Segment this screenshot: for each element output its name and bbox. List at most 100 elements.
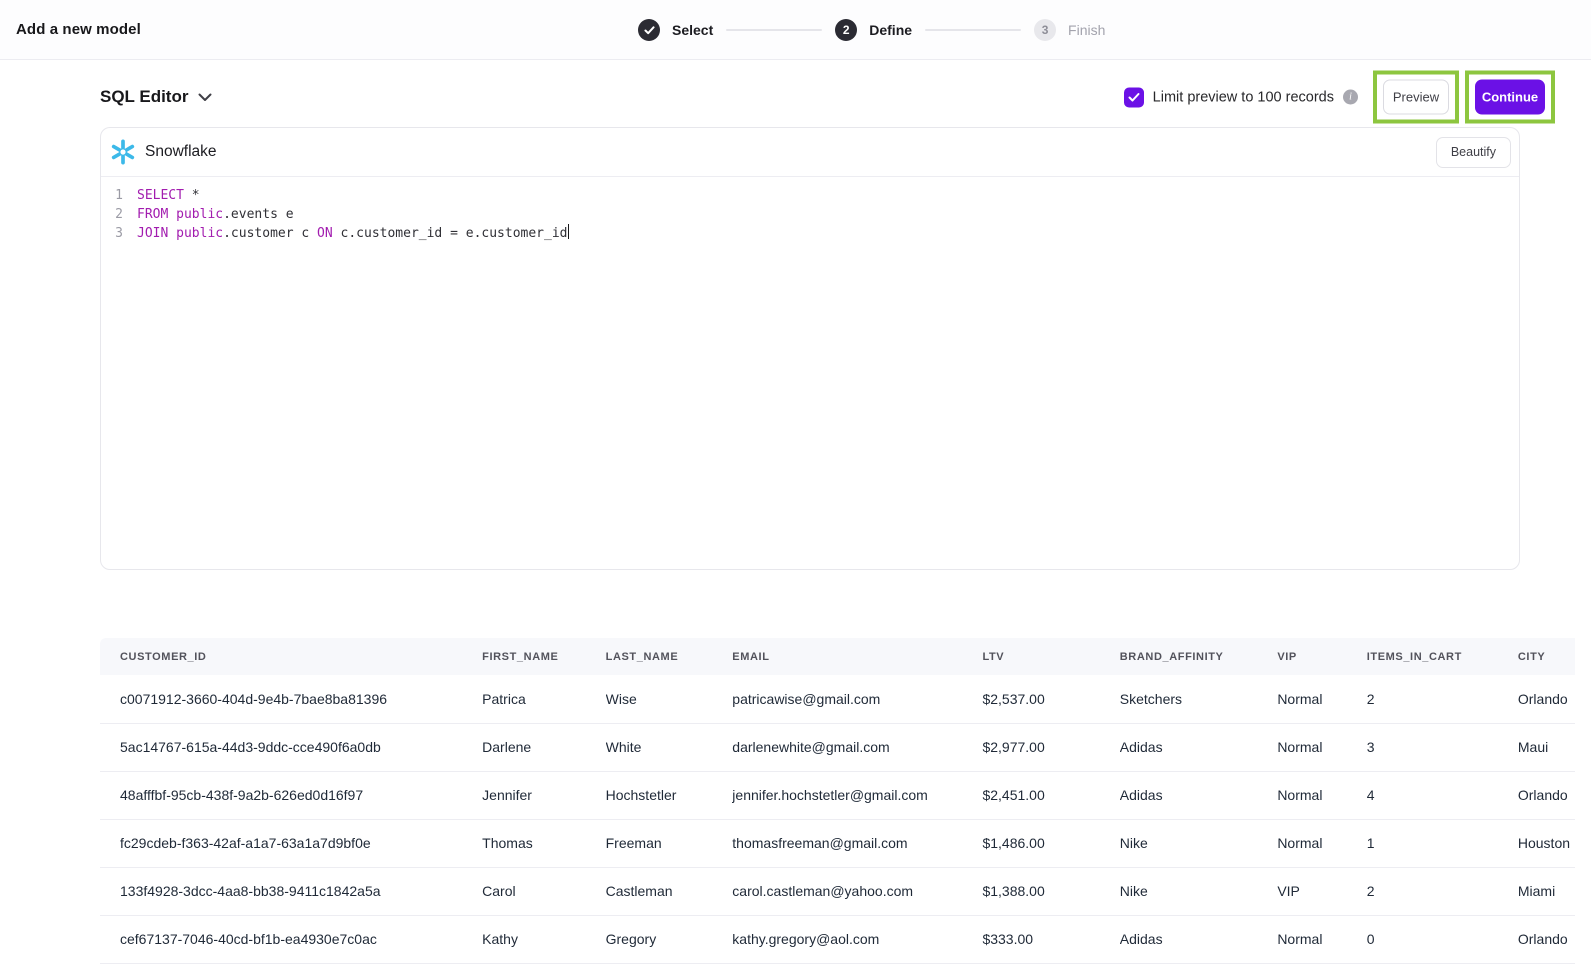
table-cell: Orlando [1518,915,1575,963]
table-cell: c0071912-3660-404d-9e4b-7bae8ba81396 [100,675,482,723]
stepper: Select 2 Define 3Finish [638,0,1105,60]
table-cell: Maui [1518,723,1575,771]
column-header: ITEMS_IN_CART [1367,638,1518,675]
table-cell: Hochstetler [606,771,733,819]
table-cell: 48afffbf-95cb-438f-9a2b-626ed0d16f97 [100,771,482,819]
table-cell: Adidas [1120,723,1278,771]
table-row: cef67137-7046-40cd-bf1b-ea4930e7c0acKath… [100,915,1575,963]
editor-header: Snowflake Beautify [101,128,1519,177]
table-cell: Houston [1518,819,1575,867]
table-cell: patricawise@gmail.com [732,675,982,723]
column-header: LAST_NAME [606,638,733,675]
preview-button[interactable]: Preview [1383,80,1449,115]
step-select[interactable]: Select [638,19,713,41]
table-cell: Nike [1120,867,1278,915]
table-cell: Sketchers [1120,675,1278,723]
table-row: c0071912-3660-404d-9e4b-7bae8ba81396Patr… [100,675,1575,723]
step-label: Select [672,22,713,38]
beautify-button[interactable]: Beautify [1436,137,1511,168]
table-cell: Normal [1277,675,1366,723]
code-line: 1 SELECT * [101,186,1519,205]
sql-editor-panel: Snowflake Beautify 1 SELECT *2FROM public… [100,127,1520,570]
table-cell: 4 [1367,771,1518,819]
table-cell: darlenewhite@gmail.com [732,723,982,771]
table-cell: fc29cdeb-f363-42af-a1a7-63a1a7d9bf0e [100,819,482,867]
table-cell: $1,388.00 [982,867,1119,915]
line-number: 3 [101,224,123,243]
table-cell: jennifer.hochstetler@gmail.com [732,771,982,819]
text-cursor [568,224,570,239]
step-connector [925,29,1021,31]
code-line: 2FROM public.events e [101,205,1519,224]
table-row: 48afffbf-95cb-438f-9a2b-626ed0d16f97Jenn… [100,771,1575,819]
limit-preview-group: Limit preview to 100 records i [1124,87,1358,107]
table-cell: Castleman [606,867,733,915]
chevron-down-icon [198,93,212,102]
table-cell: 3 [1367,723,1518,771]
line-number: 1 [101,186,123,205]
table-cell: Normal [1277,819,1366,867]
table-row: 5ac14767-615a-44d3-9ddc-cce490f6a0dbDarl… [100,723,1575,771]
sql-code-editor[interactable]: 1 SELECT *2FROM public.events e3 JOIN publ… [101,177,1519,569]
step-define[interactable]: 2 Define [835,19,912,41]
table-cell: cef67137-7046-40cd-bf1b-ea4930e7c0ac [100,915,482,963]
table-cell: Adidas [1120,771,1278,819]
info-icon[interactable]: i [1343,90,1358,105]
annotation-highlight-continue: Continue [1465,71,1555,124]
limit-preview-label: Limit preview to 100 records [1153,89,1334,105]
column-header: CITY [1518,638,1575,675]
table-cell: Orlando [1518,675,1575,723]
column-header: LTV [982,638,1119,675]
step-label: Define [869,22,912,38]
table-cell: Nike [1120,819,1278,867]
table-cell: Darlene [482,723,605,771]
table-cell: Kathy [482,915,605,963]
column-header: BRAND_AFFINITY [1120,638,1278,675]
table-cell: Patrica [482,675,605,723]
editor-mode-label: SQL Editor [100,87,188,107]
source-name: Snowflake [145,143,217,161]
table-cell: 2 [1367,867,1518,915]
table-cell: Normal [1277,771,1366,819]
table-cell: carol.castleman@yahoo.com [732,867,982,915]
editor-mode-dropdown[interactable]: SQL Editor [100,87,212,107]
table-cell: Miami [1518,867,1575,915]
code-text: SELECT * [137,186,200,205]
page-title: Add a new model [16,21,141,38]
annotation-highlight-preview: Preview [1373,71,1459,124]
column-header: VIP [1277,638,1366,675]
checkmark-icon [1128,92,1140,102]
table-cell: 2 [1367,675,1518,723]
column-header: CUSTOMER_ID [100,638,482,675]
table-cell: 0 [1367,915,1518,963]
step-number: 3 [1034,19,1056,41]
table-cell: White [606,723,733,771]
step-number: 2 [835,19,857,41]
column-header: EMAIL [732,638,982,675]
table-cell: 133f4928-3dcc-4aa8-bb38-9411c1842a5a [100,867,482,915]
table-cell: Wise [606,675,733,723]
step-finish[interactable]: 3Finish [1034,19,1105,41]
top-bar: Add a new model Select 2 Define 3Finish [0,0,1591,60]
table-row: fc29cdeb-f363-42af-a1a7-63a1a7d9bf0eThom… [100,819,1575,867]
table-row: 133f4928-3dcc-4aa8-bb38-9411c1842a5aCaro… [100,867,1575,915]
table-cell: VIP [1277,867,1366,915]
table-cell: Thomas [482,819,605,867]
toolbar-row: SQL Editor Limit preview to 100 records … [100,78,1591,116]
line-number: 2 [101,205,123,224]
table-cell: $2,537.00 [982,675,1119,723]
table-cell: Gregory [606,915,733,963]
table-cell: Jennifer [482,771,605,819]
continue-button[interactable]: Continue [1475,80,1545,115]
table-cell: Freeman [606,819,733,867]
table-cell: $2,977.00 [982,723,1119,771]
column-header: FIRST_NAME [482,638,605,675]
table-cell: $333.00 [982,915,1119,963]
table-cell: Adidas [1120,915,1278,963]
table-cell: thomasfreeman@gmail.com [732,819,982,867]
table-cell: kathy.gregory@aol.com [732,915,982,963]
limit-preview-checkbox[interactable] [1124,87,1144,107]
code-text: JOIN public.customer c ON c.customer_id … [137,224,569,243]
code-line: 3 JOIN public.customer c ON c.customer_id… [101,224,1519,243]
table-cell: Carol [482,867,605,915]
